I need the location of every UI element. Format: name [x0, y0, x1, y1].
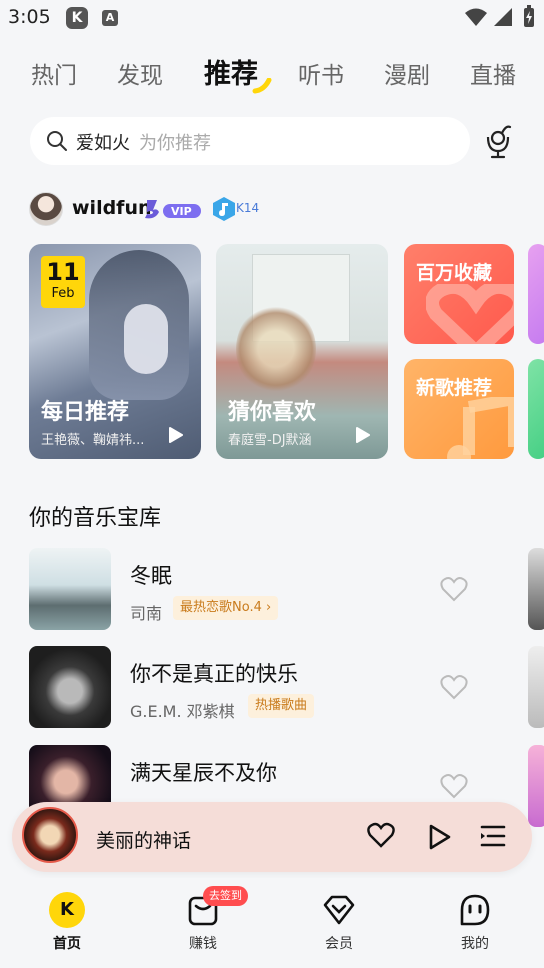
search-hint: 为你推荐: [139, 133, 211, 154]
list-item[interactable]: 你不是真正的快乐 G.E.M. 邓紫棋 热播歌曲: [0, 646, 544, 730]
music-note-icon: [447, 397, 514, 459]
search-term: 爱如火: [76, 133, 130, 154]
library-title: 你的音乐宝库: [29, 506, 162, 531]
search-bar[interactable]: 爱如火 为你推荐: [30, 117, 470, 165]
check-in-badge[interactable]: 去签到: [203, 886, 248, 906]
heart-icon: [426, 284, 514, 344]
level-badge[interactable]: K14: [211, 196, 261, 222]
song-title: 冬眠: [130, 564, 172, 588]
tab-live[interactable]: 直播: [470, 56, 516, 90]
nav-profile[interactable]: 我的: [435, 886, 515, 956]
song-peek: [528, 745, 544, 827]
tab-hot[interactable]: 热门: [31, 56, 77, 90]
top-tab-bar: 热门 发现 推荐 听书 漫剧 直播: [0, 48, 544, 94]
mini-player[interactable]: 美丽的神话: [12, 802, 532, 872]
million-favorites-tile[interactable]: 百万收藏: [404, 244, 514, 344]
heart-icon[interactable]: [440, 674, 468, 700]
app-notification-icon: K: [66, 7, 88, 29]
guess-cover-tree: [236, 304, 316, 394]
date-day: 11: [46, 258, 80, 286]
song-tag[interactable]: 最热恋歌No.4 ›: [173, 596, 279, 620]
nav-profile-label: 我的: [461, 936, 489, 952]
search-icon: [47, 131, 67, 151]
like-icon[interactable]: [367, 822, 395, 848]
daily-cover-face: [124, 304, 168, 374]
bottom-nav: K 首页 去签到 赚钱 会员 我的: [0, 878, 544, 968]
now-playing-cover[interactable]: [22, 807, 78, 863]
active-tab-indicator: [252, 78, 272, 94]
nav-home-label: 首页: [53, 936, 81, 952]
daily-recommend-card[interactable]: 11 Feb 每日推荐 王艳薇、鞠婧祎...: [29, 244, 201, 459]
play-icon[interactable]: [169, 427, 183, 443]
song-recognition-icon[interactable]: [482, 121, 514, 159]
tab-recommend[interactable]: 推荐: [204, 52, 258, 91]
diamond-icon: [323, 895, 355, 925]
profile-face-icon: [460, 894, 490, 926]
song-peek: [528, 548, 544, 630]
vip-label: VIP: [171, 205, 192, 218]
favorites-title: 百万收藏: [416, 262, 493, 284]
song-tag[interactable]: 热播歌曲: [248, 694, 315, 718]
date-badge: 11 Feb: [41, 256, 85, 308]
list-item[interactable]: 冬眠 司南 最热恋歌No.4 ›: [0, 548, 544, 632]
song-artist: 司南: [130, 604, 163, 623]
nav-earn[interactable]: 去签到 赚钱: [163, 886, 248, 956]
play-icon[interactable]: [428, 824, 452, 850]
level-label: K14: [236, 201, 260, 215]
now-playing-title[interactable]: 美丽的神话: [96, 826, 191, 853]
tab-comic-drama[interactable]: 漫剧: [384, 56, 430, 90]
text-notification-icon: A: [102, 10, 118, 26]
song-cover: [29, 646, 111, 728]
new-songs-title: 新歌推荐: [416, 377, 493, 399]
wifi-icon: [465, 8, 487, 26]
song-peek: [528, 646, 544, 728]
song-tag-label: 最热恋歌No.4: [180, 600, 262, 615]
tab-audiobooks[interactable]: 听书: [298, 56, 344, 90]
status-bar: 3:05 K A: [0, 0, 544, 36]
next-tile-peek[interactable]: [528, 244, 544, 344]
daily-title: 每日推荐: [41, 400, 130, 425]
signal-icon: [494, 8, 512, 26]
daily-subtitle: 王艳薇、鞠婧祎...: [41, 433, 145, 448]
nav-earn-label: 赚钱: [189, 936, 217, 952]
battery-icon: [524, 5, 534, 27]
heart-icon[interactable]: [440, 576, 468, 602]
song-cover: [29, 548, 111, 630]
new-songs-tile[interactable]: 新歌推荐: [404, 359, 514, 459]
user-avatar[interactable]: [29, 192, 63, 226]
nav-membership[interactable]: 会员: [299, 886, 379, 956]
date-month: Feb: [51, 286, 75, 301]
playlist-icon[interactable]: [480, 824, 506, 848]
tab-discover[interactable]: 发现: [117, 56, 163, 90]
vip-badge[interactable]: VIP: [143, 196, 203, 222]
song-title: 你不是真正的快乐: [130, 662, 298, 686]
home-icon: K: [49, 892, 85, 928]
nav-home[interactable]: K 首页: [27, 886, 107, 956]
nav-membership-label: 会员: [325, 936, 353, 952]
play-icon[interactable]: [356, 427, 370, 443]
username[interactable]: wildfun: [72, 197, 152, 219]
next-tile-peek[interactable]: [528, 359, 544, 459]
guess-you-like-card[interactable]: 猜你喜欢 春庭雪-DJ默涵: [216, 244, 388, 459]
level-note-icon: [213, 197, 235, 221]
guess-title: 猜你喜欢: [228, 400, 317, 425]
guess-subtitle: 春庭雪-DJ默涵: [228, 433, 312, 448]
song-artist: G.E.M. 邓紫棋: [130, 702, 235, 721]
status-time: 3:05: [8, 6, 51, 28]
heart-icon[interactable]: [440, 773, 468, 799]
song-title: 满天星辰不及你: [130, 761, 277, 785]
